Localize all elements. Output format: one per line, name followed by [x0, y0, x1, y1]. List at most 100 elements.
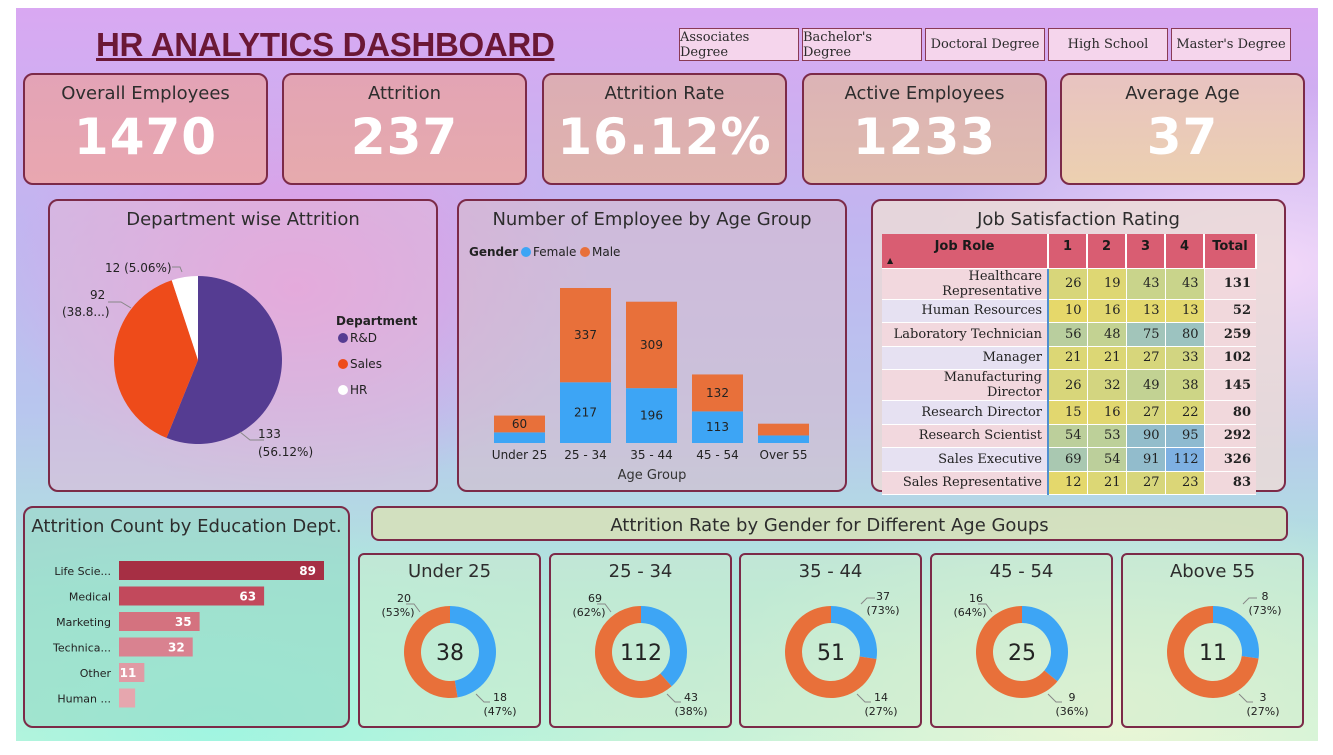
- rating-cell: 43: [1165, 268, 1205, 300]
- kpi-value: 16.12%: [557, 108, 772, 166]
- data-label: 113: [706, 420, 729, 434]
- data-label-male: 20: [397, 592, 411, 605]
- kpi-active-employees: Active Employees 1233: [802, 73, 1047, 185]
- donut-card: 45 - 54 25 16 (64%) 9 (36%): [930, 553, 1113, 728]
- rating-cell: 27: [1126, 471, 1166, 495]
- y-tick-label: Medical: [69, 591, 111, 604]
- rating-cell: 21: [1048, 346, 1088, 370]
- slicer-bachelors-degree[interactable]: Bachelor's Degree: [802, 28, 922, 61]
- x-tick-label: 45 - 54: [696, 448, 739, 462]
- slicer-masters-degree[interactable]: Master's Degree: [1171, 28, 1291, 61]
- legend-label: Male: [592, 245, 620, 259]
- column-header: 1: [1048, 234, 1088, 269]
- job-role-cell: Manager: [882, 346, 1049, 370]
- donut-card: 25 - 34 112 69 (62%) 43 (38%): [549, 553, 732, 728]
- slicer-associates-degree[interactable]: Associates Degree: [679, 28, 799, 61]
- table-row: Sales Executive 69 54 91 112 326: [882, 447, 1256, 472]
- chart-title: Job Satisfaction Rating: [977, 209, 1180, 230]
- rating-cell: 69: [1048, 447, 1088, 472]
- legend-label: R&D: [350, 331, 377, 345]
- leader-line: [108, 301, 132, 309]
- kpi-attrition-rate: Attrition Rate 16.12%: [542, 73, 787, 185]
- data-label: 217: [574, 406, 597, 420]
- slicer-high-school[interactable]: High School: [1048, 28, 1168, 61]
- rating-cell: 10: [1048, 299, 1088, 323]
- donut-center-value: 11: [1199, 641, 1227, 666]
- total-cell: 131: [1204, 268, 1256, 300]
- data-label: 92: [90, 288, 105, 302]
- data-label-male: 69: [588, 592, 602, 605]
- data-label-female: 9: [1069, 691, 1076, 704]
- data-label-female: (38%): [674, 705, 707, 718]
- data-label-female: 14: [874, 691, 888, 704]
- kpi-value: 237: [350, 108, 459, 166]
- bar: [119, 561, 324, 580]
- job-satisfaction-panel: Job Satisfaction Rating Job Role ▲ 1 2 3 4 Tot…: [871, 199, 1286, 495]
- rating-cell: 56: [1048, 322, 1088, 347]
- sort-ascending-icon: ▲: [887, 256, 894, 265]
- data-label-male: (62%): [572, 606, 605, 619]
- column-header: 4: [1165, 234, 1205, 269]
- legend-label: HR: [350, 383, 367, 397]
- y-tick-label: Human ...: [57, 693, 111, 706]
- data-label: 337: [574, 328, 597, 342]
- bar-male: [758, 423, 809, 436]
- rating-cell: 80: [1165, 322, 1205, 347]
- rating-cell: 75: [1126, 322, 1166, 347]
- donut-center-value: 51: [817, 641, 845, 666]
- job-satisfaction-table: Job Role ▲ 1 2 3 4 Total Healthcare Representat…: [882, 234, 1257, 495]
- total-cell: 292: [1204, 424, 1256, 448]
- y-tick-label: Technica...: [52, 642, 111, 655]
- rating-cell: 43: [1126, 268, 1166, 300]
- kpi-attrition: Attrition 237: [282, 73, 527, 185]
- data-label: 196: [640, 409, 663, 423]
- rating-cell: 16: [1087, 299, 1127, 323]
- donut-card: Above 55 11 8 (73%) 3 (27%): [1121, 553, 1304, 728]
- column-header-job-role[interactable]: Job Role ▲: [882, 234, 1049, 269]
- legend-marker: [338, 359, 348, 369]
- job-role-cell: Manufacturing Director: [882, 369, 1049, 401]
- job-role-cell: Laboratory Technician: [882, 322, 1049, 347]
- legend-label: Sales: [350, 357, 382, 371]
- y-tick-label: Marketing: [56, 616, 111, 629]
- donut-center-value: 25: [1008, 641, 1036, 666]
- data-label-female: (27%): [1246, 705, 1279, 718]
- rating-cell: 95: [1165, 424, 1205, 448]
- data-label-male: (53%): [381, 606, 414, 619]
- leader-line: [856, 693, 871, 703]
- data-label-male: (73%): [866, 604, 899, 617]
- x-tick-label: Under 25: [492, 448, 547, 462]
- column-header: 2: [1087, 234, 1127, 269]
- rating-cell: 112: [1165, 447, 1205, 472]
- total-cell: 259: [1204, 322, 1256, 347]
- education-attrition-panel: Attrition Count by Education Dept. Life …: [23, 506, 350, 728]
- rating-cell: 38: [1165, 369, 1205, 401]
- data-label: (38.8...): [62, 305, 110, 319]
- data-label-male: 16: [969, 592, 983, 605]
- donut-chart: 11 8(73%) 3(27%): [1167, 590, 1282, 718]
- data-label-female: (36%): [1055, 705, 1088, 718]
- data-label-male: 37: [876, 590, 890, 603]
- leader-line: [1047, 693, 1062, 703]
- section-title: Attrition Rate by Gender for Different A…: [610, 515, 1049, 536]
- job-role-cell: Research Scientist: [882, 424, 1049, 448]
- data-label: 89: [299, 564, 316, 578]
- rating-cell: 27: [1126, 400, 1166, 425]
- legend-marker: [338, 385, 348, 395]
- data-label-female: 3: [1260, 691, 1267, 704]
- donut-chart: 51 37(73%) 14(27%): [785, 590, 900, 718]
- data-label: 309: [640, 338, 663, 352]
- total-cell: 80: [1204, 400, 1256, 425]
- job-role-cell: Healthcare Representative: [882, 268, 1049, 300]
- kpi-label: Average Age: [1125, 83, 1240, 104]
- rating-cell: 54: [1048, 424, 1088, 448]
- table-row: Healthcare Representative 26 19 43 43 131: [882, 268, 1256, 300]
- data-label: 60: [512, 417, 527, 431]
- rating-cell: 33: [1165, 346, 1205, 370]
- x-tick-label: 25 - 34: [564, 448, 607, 462]
- data-label: 11: [120, 666, 137, 680]
- data-label: (56.12%): [258, 445, 313, 459]
- kpi-label: Overall Employees: [61, 83, 230, 104]
- slicer-doctoral-degree[interactable]: Doctoral Degree: [925, 28, 1045, 61]
- total-cell: 326: [1204, 447, 1256, 472]
